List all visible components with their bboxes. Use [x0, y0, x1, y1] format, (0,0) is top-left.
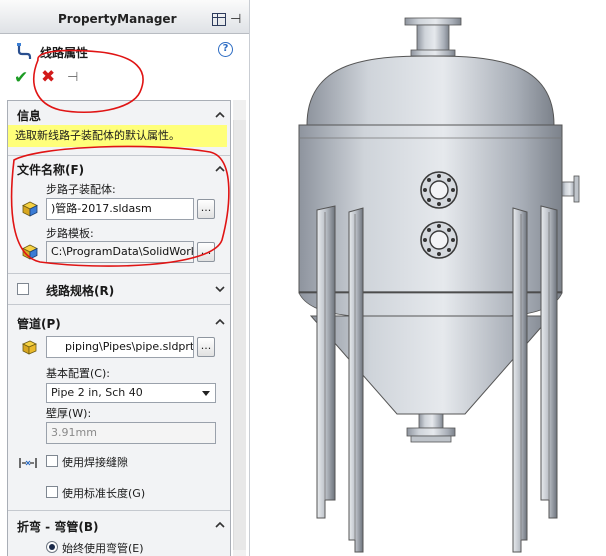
expand-chevron-icon[interactable] [215, 284, 225, 294]
pipe-field[interactable]: piping\Pipes\pipe.sldprt [46, 336, 194, 358]
template-label: 步路模板: [46, 227, 94, 240]
assembly-cube-icon [21, 243, 39, 261]
pipe-browse-button[interactable]: ... [197, 337, 215, 357]
route-spec-checkbox[interactable] [17, 283, 29, 295]
file-name-group-title[interactable]: 文件名称(F) [17, 161, 84, 178]
panel-scrollbar-track[interactable] [233, 120, 246, 550]
lower-flange[interactable] [420, 221, 458, 259]
wall-thickness-field[interactable]: 3.91mm [46, 422, 216, 444]
group-separator [8, 273, 230, 274]
subassembly-label: 步路子装配体: [46, 183, 116, 196]
group-separator [8, 510, 230, 511]
dropdown-arrow-icon [202, 391, 210, 396]
panel-header: PropertyManager ⊣ [0, 0, 249, 34]
base-config-value: Pipe 2 in, Sch 40 [51, 386, 143, 399]
template-browse-button[interactable]: ... [197, 242, 215, 262]
collapse-chevron-icon[interactable] [215, 520, 225, 530]
split-view-icon[interactable] [212, 13, 226, 26]
upper-flange[interactable] [420, 171, 458, 209]
cancel-x-icon[interactable]: ✖ [41, 67, 55, 87]
always-use-elbow-radio[interactable] [46, 541, 58, 553]
use-weld-gap-label[interactable]: 使用焊接缝隙 [62, 454, 128, 470]
bends-group-title[interactable]: 折弯 - 弯管(B) [17, 518, 98, 535]
group-separator [8, 304, 230, 305]
keep-visible-pushpin-icon[interactable]: ⊣ [67, 70, 78, 85]
template-field[interactable]: C:\ProgramData\SolidWorks [46, 241, 194, 263]
collapse-chevron-icon[interactable] [215, 110, 225, 120]
property-manager-panel: PropertyManager ⊣ 线路属性 ? ✔ ✖ ⊣ 信息 选取新线路子… [0, 0, 250, 556]
feature-title: 线路属性 [40, 46, 89, 60]
route-spec-group-title[interactable]: 线路规格(R) [46, 282, 114, 299]
panel-header-title: PropertyManager [58, 12, 177, 26]
collapse-chevron-icon[interactable] [215, 164, 225, 174]
wall-thickness-label: 壁厚(W): [46, 407, 92, 420]
panel-content: 信息 选取新线路子装配体的默认属性。 文件名称(F) 步路子装配体: )管路-2… [7, 100, 231, 556]
use-standard-length-checkbox[interactable] [46, 486, 58, 498]
help-icon[interactable]: ? [218, 42, 233, 57]
info-message: 选取新线路子装配体的默认属性。 [8, 125, 227, 147]
weld-gap-icon [18, 456, 37, 474]
ok-checkmark-icon[interactable]: ✔ [14, 68, 28, 88]
pressure-vessel-model[interactable] [251, 0, 606, 556]
pipe-group-title[interactable]: 管道(P) [17, 315, 61, 332]
base-config-select[interactable]: Pipe 2 in, Sch 40 [46, 383, 216, 403]
use-weld-gap-checkbox[interactable] [46, 455, 58, 467]
base-config-label: 基本配置(C): [46, 367, 110, 380]
collapse-chevron-icon[interactable] [215, 317, 225, 327]
subassembly-field[interactable]: )管路-2017.sldasm [46, 198, 194, 220]
pin-icon[interactable]: ⊣ [230, 13, 244, 26]
always-use-elbow-label[interactable]: 始终使用弯管(E) [62, 540, 144, 556]
use-standard-length-label[interactable]: 使用标准长度(G) [62, 485, 145, 501]
subassembly-browse-button[interactable]: ... [197, 199, 215, 219]
info-group-title[interactable]: 信息 [17, 107, 41, 124]
assembly-cube-icon [21, 200, 39, 218]
pipe-part-icon [20, 338, 38, 356]
route-properties-icon [16, 42, 34, 60]
group-separator [8, 155, 230, 156]
model-viewport[interactable] [251, 0, 606, 556]
